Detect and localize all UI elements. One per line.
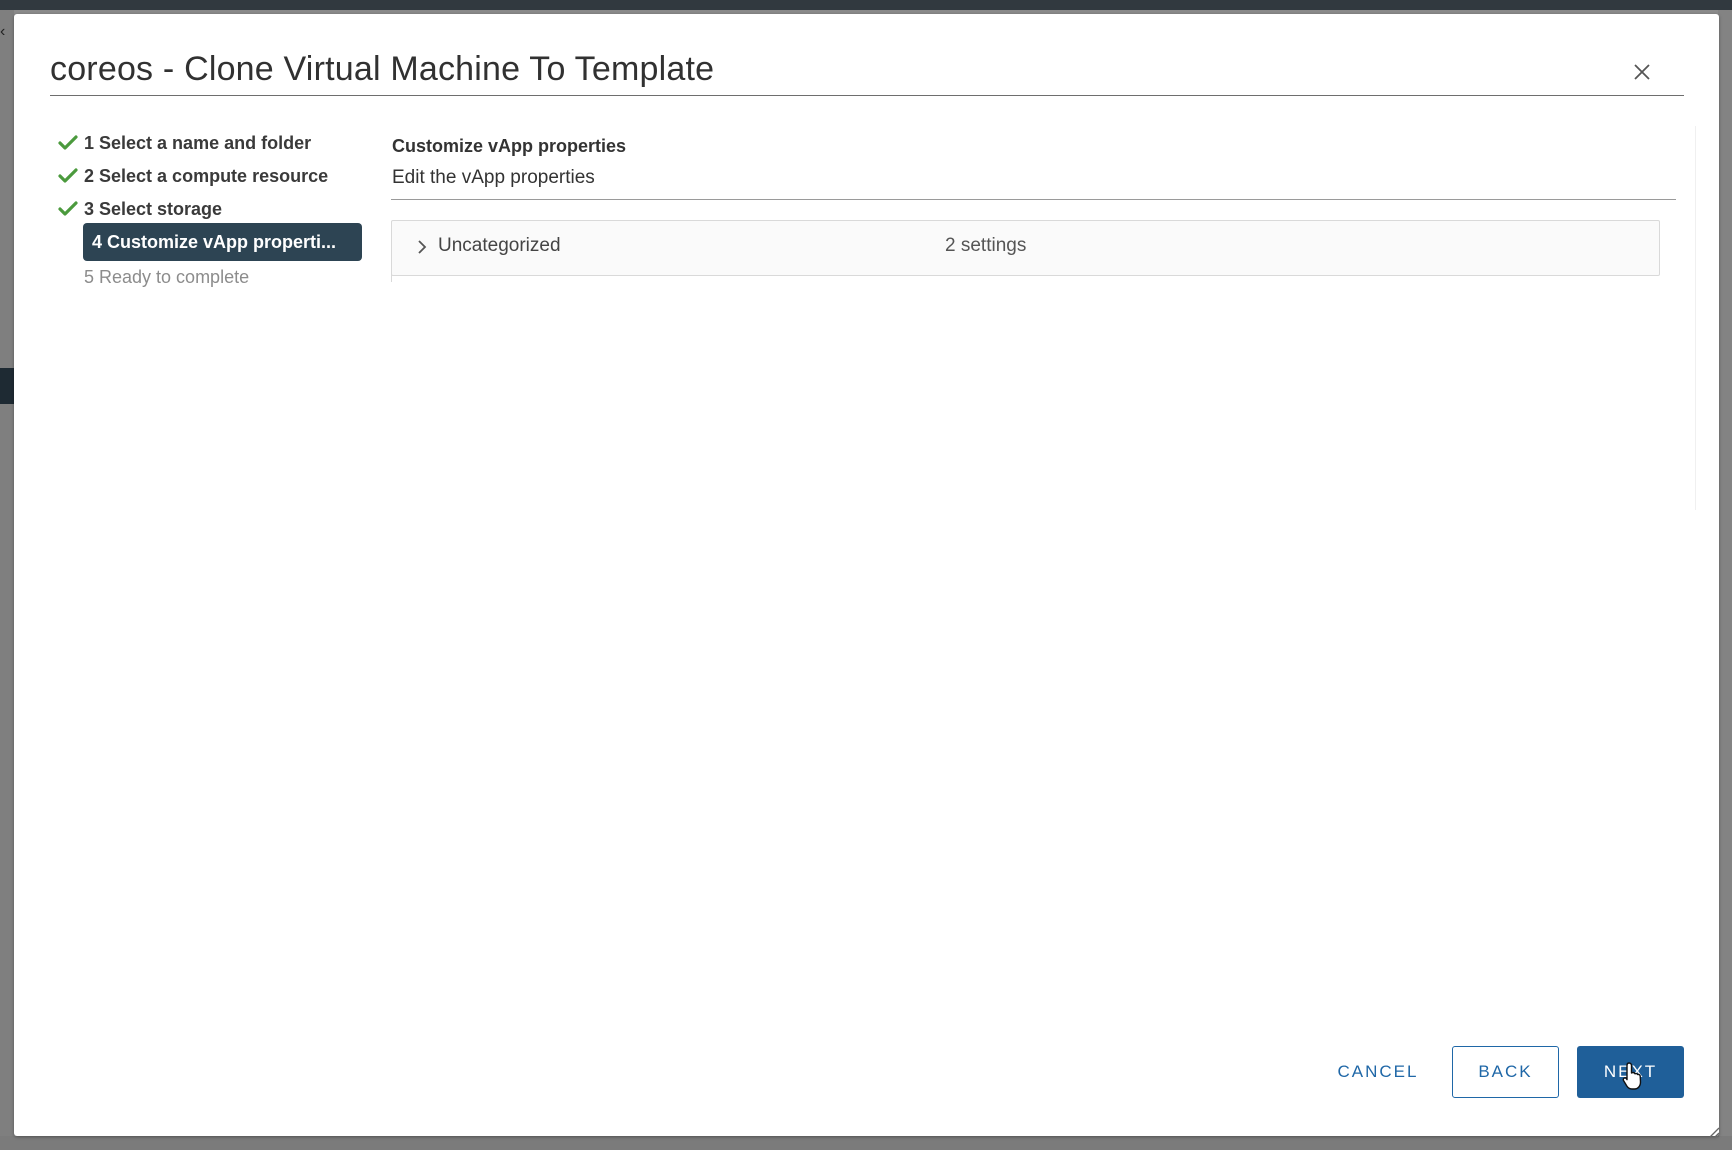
step-label: 4 Customize vApp properti... (92, 231, 337, 252)
check-icon (58, 199, 84, 219)
header-divider (50, 95, 1684, 96)
close-icon[interactable] (1628, 58, 1656, 86)
content-heading: Customize vApp properties (392, 136, 627, 156)
content-divider (391, 199, 1676, 200)
step-select-storage[interactable]: 3 Select storage (58, 192, 378, 226)
back-button[interactable]: BACK (1452, 1046, 1559, 1098)
scroll-track (1695, 126, 1696, 510)
check-icon (58, 133, 84, 153)
step-label: 5 Ready to complete (84, 266, 250, 287)
background-left-edge (0, 10, 14, 1150)
chevron-right-icon[interactable] (414, 238, 430, 256)
group-name: Uncategorized (438, 235, 561, 256)
step-select-compute-resource[interactable]: 2 Select a compute resource (58, 159, 378, 193)
background-bottom-edge (0, 1136, 1732, 1150)
step-label: 3 Select storage (84, 198, 223, 219)
dialog-title: coreos - Clone Virtual Machine To Templa… (50, 50, 715, 88)
check-icon (58, 166, 84, 186)
background-top-bar (0, 0, 1732, 10)
background-right-edge (1718, 10, 1732, 1150)
list-edge (391, 274, 392, 282)
group-settings-count: 2 settings (945, 235, 1027, 256)
step-customize-vapp-properties[interactable]: 4 Customize vApp properti... (83, 223, 362, 261)
property-group-uncategorized[interactable]: Uncategorized 2 settings (391, 220, 1660, 276)
background-close-icon: ‹ (0, 23, 6, 40)
background-left-marker (0, 368, 14, 404)
step-select-name-folder[interactable]: 1 Select a name and folder (58, 126, 378, 160)
cancel-button[interactable]: CANCEL (1316, 1046, 1440, 1098)
step-label: 2 Select a compute resource (84, 165, 329, 186)
content-subheading: Edit the vApp properties (392, 167, 595, 188)
next-button[interactable]: NEXT (1577, 1046, 1684, 1098)
clone-to-template-dialog: coreos - Clone Virtual Machine To Templa… (14, 14, 1720, 1138)
resize-handle-icon[interactable] (1708, 1125, 1720, 1138)
step-label: 1 Select a name and folder (84, 132, 312, 153)
step-ready-to-complete: 5 Ready to complete (58, 260, 378, 294)
